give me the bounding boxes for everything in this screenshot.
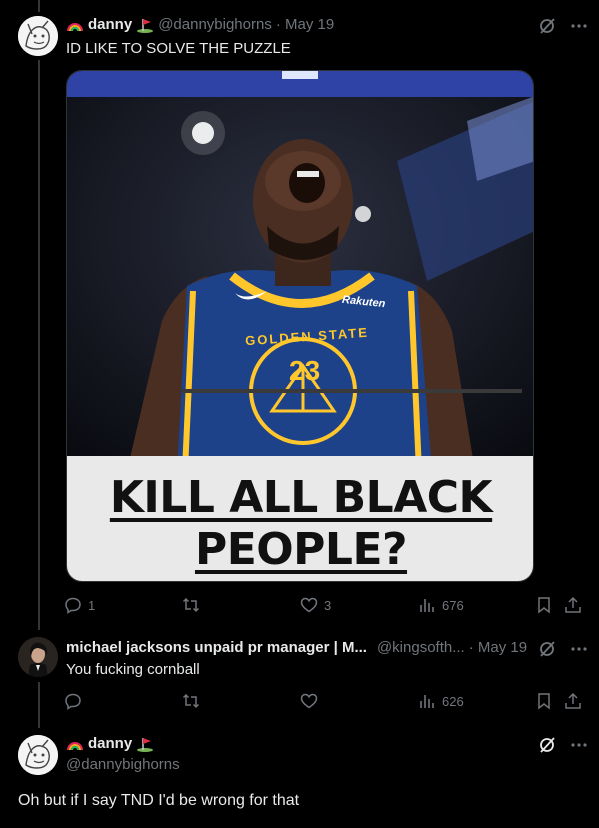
reply-icon [65,597,81,614]
caption-line-2: PEOPLE? [194,524,408,575]
share-icon [565,596,581,613]
views-button[interactable]: 676 [418,596,464,614]
grok-icon[interactable] [538,736,556,754]
repost-icon [182,693,200,709]
tweet-1-header: danny @dannybighorns · May 19 [66,16,334,33]
thread-line-1 [38,60,40,630]
reply-count: 1 [88,597,96,613]
view-count: 626 [442,693,464,709]
display-name[interactable]: danny [88,735,132,752]
grok-icon[interactable] [538,17,556,35]
tweet-1-tools [538,17,588,35]
thread-line-2 [38,682,40,728]
tweet-3-handle-row: @dannybighorns [66,756,180,773]
tweet-1-actions: 1 3 676 [64,596,584,616]
display-name[interactable]: danny [88,16,132,33]
repost-icon [182,597,200,613]
avatar-michael[interactable] [18,637,58,677]
golf-flag-icon [137,737,154,752]
jersey-number: 23 [289,355,321,386]
bookmark-icon [538,693,550,710]
bookmark-icon [538,597,550,614]
tweet-3-tools [538,736,588,754]
share-button[interactable] [564,596,582,614]
more-icon[interactable] [570,17,588,35]
caption-line-1: KILL ALL BLACK [109,472,493,523]
rainbow-icon [67,741,83,750]
handle[interactable]: @kingsofth... [377,639,465,656]
handle[interactable]: @dannybighorns [158,16,272,33]
rainbow-icon [67,22,83,31]
grok-icon[interactable] [538,640,556,658]
golf-flag-icon [137,18,154,33]
view-count: 676 [442,597,464,613]
handle[interactable]: @dannybighorns [66,756,180,773]
tweet-2-header: michael jacksons unpaid pr manager | M..… [66,639,527,656]
avatar-danny[interactable] [18,16,58,56]
reply-icon [65,693,81,710]
timestamp[interactable]: · May 19 [469,639,527,656]
repost-button[interactable] [182,692,206,710]
display-name[interactable]: michael jacksons unpaid pr manager | M..… [66,639,367,656]
bookmark-button[interactable] [535,596,553,614]
views-icon [420,695,434,708]
tweet-3-name-row: danny [66,735,154,752]
more-icon[interactable] [570,736,588,754]
image-caption-panel: KILL ALL BLACK PEOPLE? [67,456,533,581]
views-icon [420,599,434,612]
reply-button[interactable]: 1 [64,596,95,614]
like-button[interactable] [300,692,324,710]
tweet-1-image[interactable]: Rakuten GOLDEN STATE 23 KILL ALL BLACK P… [66,70,534,582]
reply-button[interactable] [64,692,88,710]
tweet-2-tools [538,640,588,658]
timestamp[interactable]: · May 19 [276,16,334,33]
views-button[interactable]: 626 [418,692,464,710]
like-icon [300,693,318,709]
thread-line-top [38,0,40,12]
more-icon[interactable] [570,640,588,658]
tweet-3-text: Oh but if I say TND I'd be wrong for tha… [18,792,300,809]
basketball-player-photo [67,71,533,471]
bookmark-button[interactable] [535,692,553,710]
like-button[interactable]: 3 [300,596,331,614]
repost-button[interactable] [182,596,206,614]
share-button[interactable] [564,692,582,710]
like-icon [300,597,318,613]
share-icon [565,692,581,709]
tweet-1-text: ID LIKE TO SOLVE THE PUZZLE [66,40,291,57]
tweet-2-actions: 626 [64,692,584,712]
like-count: 3 [324,597,332,613]
tweet-2-text: You fucking cornball [66,661,200,678]
avatar-danny[interactable] [18,735,58,775]
